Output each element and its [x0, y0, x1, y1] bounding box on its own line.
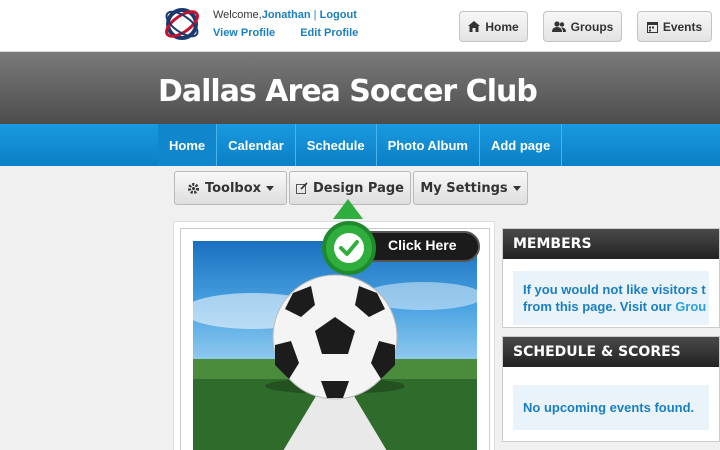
chevron-down-icon: [512, 185, 521, 191]
click-here-text: Click Here: [388, 237, 457, 253]
users-icon: [551, 21, 566, 32]
home-icon: [468, 21, 481, 32]
toolbox-button[interactable]: Toolbox: [174, 171, 287, 205]
members-widget: MEMBERS If you would not like visitors t…: [502, 228, 720, 328]
home-button-label: Home: [485, 19, 519, 34]
welcome-prefix: Welcome,: [213, 9, 262, 21]
username-link[interactable]: Jonathan: [262, 9, 311, 21]
members-line-2-text: from this page. Visit our: [523, 299, 676, 314]
events-button-label: Events: [662, 19, 703, 34]
nav-item-calendar[interactable]: Calendar: [217, 124, 296, 166]
club-logo-icon[interactable]: [160, 4, 204, 48]
site-header: Dallas Area Soccer Club: [0, 52, 720, 124]
calendar-icon: [646, 21, 658, 33]
gear-icon: [187, 182, 199, 194]
toolbox-label: Toolbox: [204, 180, 262, 196]
members-title: MEMBERS: [503, 229, 719, 259]
members-line-1: If you would not like visitors t: [523, 282, 706, 297]
pointer-arrow: [333, 199, 363, 219]
edit-icon: [296, 182, 308, 194]
soccer-ball-image: [193, 274, 477, 450]
separator: |: [313, 9, 317, 21]
chevron-down-icon: [266, 185, 275, 191]
my-settings-button[interactable]: My Settings: [413, 171, 528, 205]
welcome-text: Welcome,Jonathan | Logout: [213, 9, 357, 21]
view-profile-link[interactable]: View Profile: [213, 27, 275, 39]
members-message: If you would not like visitors t from th…: [513, 271, 709, 325]
members-line-2: from this page. Visit our Grou: [523, 298, 706, 315]
schedule-title: SCHEDULE & SCORES: [503, 337, 719, 367]
profile-links: View Profile Edit Profile: [213, 27, 380, 39]
groups-button[interactable]: Groups: [543, 11, 622, 42]
nav-items: Home Calendar Schedule Photo Album Add p…: [158, 124, 563, 166]
nav-item-photo-album[interactable]: Photo Album: [377, 124, 480, 166]
main-nav: Home Calendar Schedule Photo Album Add p…: [0, 124, 720, 166]
groups-link[interactable]: Grou: [675, 299, 706, 314]
events-button[interactable]: Events: [637, 11, 712, 42]
home-button[interactable]: Home: [459, 11, 528, 42]
check-circle-inner: [334, 233, 364, 263]
nav-item-schedule[interactable]: Schedule: [296, 124, 377, 166]
my-settings-label: My Settings: [420, 180, 508, 196]
site-title: Dallas Area Soccer Club: [158, 74, 538, 109]
top-bar: Welcome,Jonathan | Logout View Profile E…: [0, 0, 720, 52]
check-circle-icon[interactable]: [322, 221, 376, 275]
groups-button-label: Groups: [570, 19, 614, 34]
schedule-empty-message: No upcoming events found.: [513, 385, 709, 430]
logout-link[interactable]: Logout: [320, 9, 357, 21]
design-page-label: Design Page: [313, 180, 404, 196]
edit-profile-link[interactable]: Edit Profile: [300, 27, 358, 39]
check-icon: [339, 240, 359, 256]
nav-item-add-page[interactable]: Add page: [480, 124, 563, 166]
soccer-ball-photo[interactable]: [193, 241, 477, 450]
schedule-widget: SCHEDULE & SCORES No upcoming events fou…: [502, 336, 720, 442]
nav-item-home[interactable]: Home: [158, 124, 218, 166]
